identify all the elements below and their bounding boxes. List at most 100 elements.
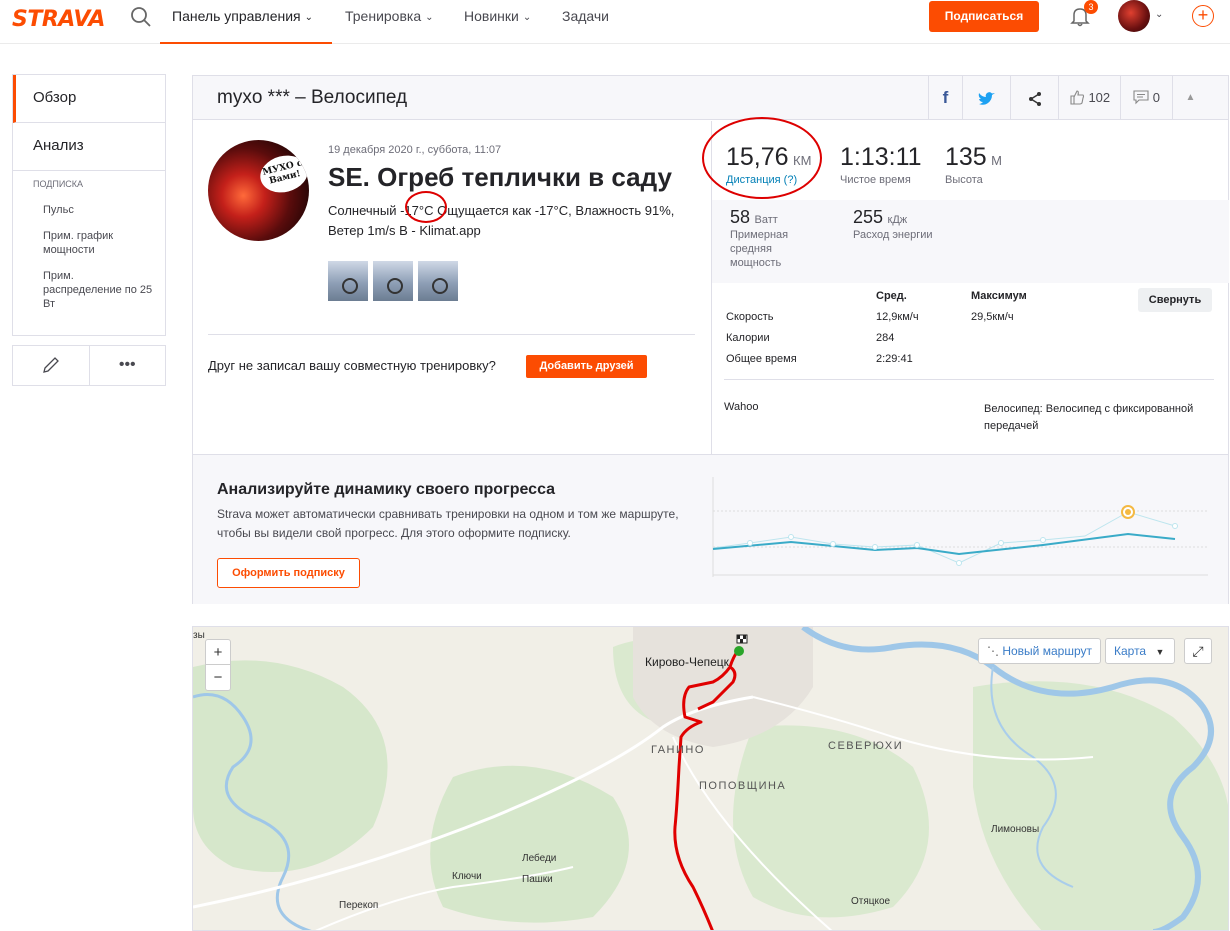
friend-question: Друг не записал вашу совместную трениров…: [208, 358, 496, 373]
subscribe-button[interactable]: Подписаться: [929, 1, 1039, 32]
map-label-perekop: Перекоп: [339, 900, 379, 911]
collapse-icon[interactable]: ▲: [1172, 76, 1208, 120]
divider: [724, 379, 1214, 380]
photo-thumbnail[interactable]: [373, 261, 413, 301]
nav-training-label: Тренировка: [345, 8, 422, 24]
map-label-ganino: ГАНИНО: [651, 744, 705, 756]
sparkline-point: [747, 540, 753, 546]
map-label-limonovy: Лимоновы: [991, 824, 1040, 835]
row-avg-elapsed: 2:29:41: [876, 353, 913, 365]
route-map[interactable]: + − ⋱ Новый маршрут Карта ▼ ⤢ Кирово-Чеп…: [192, 626, 1229, 931]
power-label: Примерная средняя мощность: [730, 229, 789, 269]
upsell-title: Анализируйте динамику своего прогресса: [217, 481, 556, 498]
sidebar: Обзор Анализ ПОДПИСКА Пульс Прим. график…: [12, 74, 166, 336]
nav-dashboard-label: Панель управления: [172, 8, 301, 24]
route-icon: ⋱: [987, 644, 999, 658]
more-button[interactable]: •••: [90, 346, 166, 385]
athlete-avatar[interactable]: МУХО с Вами!: [208, 140, 309, 241]
map-label-edge: зы: [193, 630, 205, 641]
photo-thumbnail[interactable]: [328, 261, 368, 301]
share-row: f 102 0 ▲: [928, 76, 1208, 120]
stats-panel: 15,76 КМ Дистанция (?) 1:13:11 Чистое вр…: [702, 117, 1229, 454]
moving-time-label: Чистое время: [840, 174, 911, 186]
elevation-value: 135: [945, 143, 987, 171]
nav-news[interactable]: Новинки ⌄: [464, 0, 531, 44]
kudos-button[interactable]: 102: [1058, 76, 1120, 120]
collapse-stats-button[interactable]: Свернуть: [1138, 288, 1212, 312]
sidebar-item-power-distribution[interactable]: Прим. распределение по 25 Вт: [43, 269, 153, 311]
facebook-icon[interactable]: f: [928, 76, 962, 120]
row-max-speed: 29,5км/ч: [971, 311, 1014, 323]
thumbs-up-icon: [1070, 90, 1084, 105]
map-label-lebedi: Лебеди: [522, 853, 557, 864]
new-route-button[interactable]: ⋱ Новый маршрут: [978, 638, 1101, 664]
sidebar-subscription-section: ПОДПИСКА Пульс Прим. график мощности При…: [13, 171, 165, 335]
divider: [208, 334, 695, 335]
sidebar-item-analysis[interactable]: Анализ: [13, 123, 165, 171]
col-header-max: Максимум: [971, 290, 1027, 302]
zoom-out-button[interactable]: −: [206, 665, 230, 690]
chevron-down-icon[interactable]: ⌄: [1155, 9, 1163, 20]
device-name: Wahoo: [724, 401, 759, 413]
map-label-klyuchi: Ключи: [452, 871, 482, 882]
caret-down-icon: ▼: [1155, 647, 1165, 657]
sidebar-section-title: ПОДПИСКА: [33, 179, 84, 189]
nav-training[interactable]: Тренировка ⌄: [345, 0, 434, 44]
comment-count: 0: [1152, 90, 1160, 105]
sidebar-item-overview[interactable]: Обзор: [13, 75, 165, 123]
row-avg-calories: 284: [876, 332, 895, 344]
map-label-otyatskoe: Отяцкое: [851, 896, 891, 907]
sparkline-series: [712, 532, 1176, 556]
map-canvas: [193, 627, 1228, 930]
share-icon[interactable]: [1010, 76, 1058, 120]
activity-date: 19 декабря 2020 г., суббота, 11:07: [328, 144, 502, 156]
stat-energy: 255 кДж Расход энергии: [853, 207, 973, 242]
add-friends-button[interactable]: Добавить друзей: [526, 355, 647, 378]
map-label-popovshchina: ПОПОВЩИНА: [699, 780, 787, 792]
twitter-icon[interactable]: [962, 76, 1010, 120]
sparkline-point: [1172, 523, 1178, 529]
map-type-label: Карта: [1114, 644, 1147, 658]
activity-card: myxo *** – Велосипед f 102 0 ▲ МУХО с Ва…: [192, 75, 1229, 604]
power-value: 58: [730, 207, 751, 227]
sidebar-item-heartrate[interactable]: Пульс: [43, 203, 153, 217]
kudos-count: 102: [1088, 90, 1111, 105]
row-avg-speed: 12,9км/ч: [876, 311, 919, 323]
fullscreen-icon[interactable]: ⤢: [1184, 638, 1212, 664]
nav-challenges[interactable]: Задачи: [562, 0, 609, 44]
notification-badge: 3: [1084, 0, 1098, 14]
plus-icon[interactable]: +: [1192, 5, 1214, 27]
sparkline-point: [788, 534, 794, 540]
distance-highlight-circle: [702, 117, 822, 199]
row-label-calories: Калории: [726, 332, 770, 344]
stat-elevation: 135 М Высота: [945, 143, 1002, 186]
energy-unit: кДж: [887, 214, 908, 226]
subscribe-upsell-button[interactable]: Оформить подписку: [217, 558, 360, 588]
comments-button[interactable]: 0: [1120, 76, 1172, 120]
nav-news-label: Новинки: [464, 8, 519, 24]
avatar[interactable]: [1118, 0, 1150, 32]
activity-header-title: myxo *** – Велосипед: [217, 87, 408, 108]
power-unit: Ватт: [754, 214, 778, 226]
sparkline-highlight-dot: [1125, 509, 1131, 515]
sparkline-point: [998, 540, 1004, 546]
sparkline-point: [956, 560, 962, 566]
strava-logo[interactable]: STRAVA: [12, 7, 105, 32]
energy-label: Расход энергии: [853, 229, 933, 241]
photo-thumbnail[interactable]: [418, 261, 458, 301]
sparkline-point: [914, 542, 920, 548]
map-type-select[interactable]: Карта ▼: [1105, 638, 1175, 664]
photo-strip: [328, 261, 458, 301]
energy-value: 255: [853, 207, 884, 227]
edit-button[interactable]: [13, 346, 90, 385]
sidebar-item-power-curve[interactable]: Прим. график мощности: [43, 229, 153, 257]
row-label-speed: Скорость: [726, 311, 774, 323]
sparkline-point: [872, 544, 878, 550]
search-icon[interactable]: [130, 6, 152, 28]
zoom-in-button[interactable]: +: [206, 640, 230, 665]
stat-power: 58 Ватт Примерная средняя мощность: [730, 207, 810, 270]
nav-dashboard[interactable]: Панель управления ⌄: [160, 0, 332, 44]
progress-sparkline: [712, 477, 1208, 577]
pencil-icon: [42, 356, 59, 373]
sidebar-actions: •••: [12, 345, 166, 386]
